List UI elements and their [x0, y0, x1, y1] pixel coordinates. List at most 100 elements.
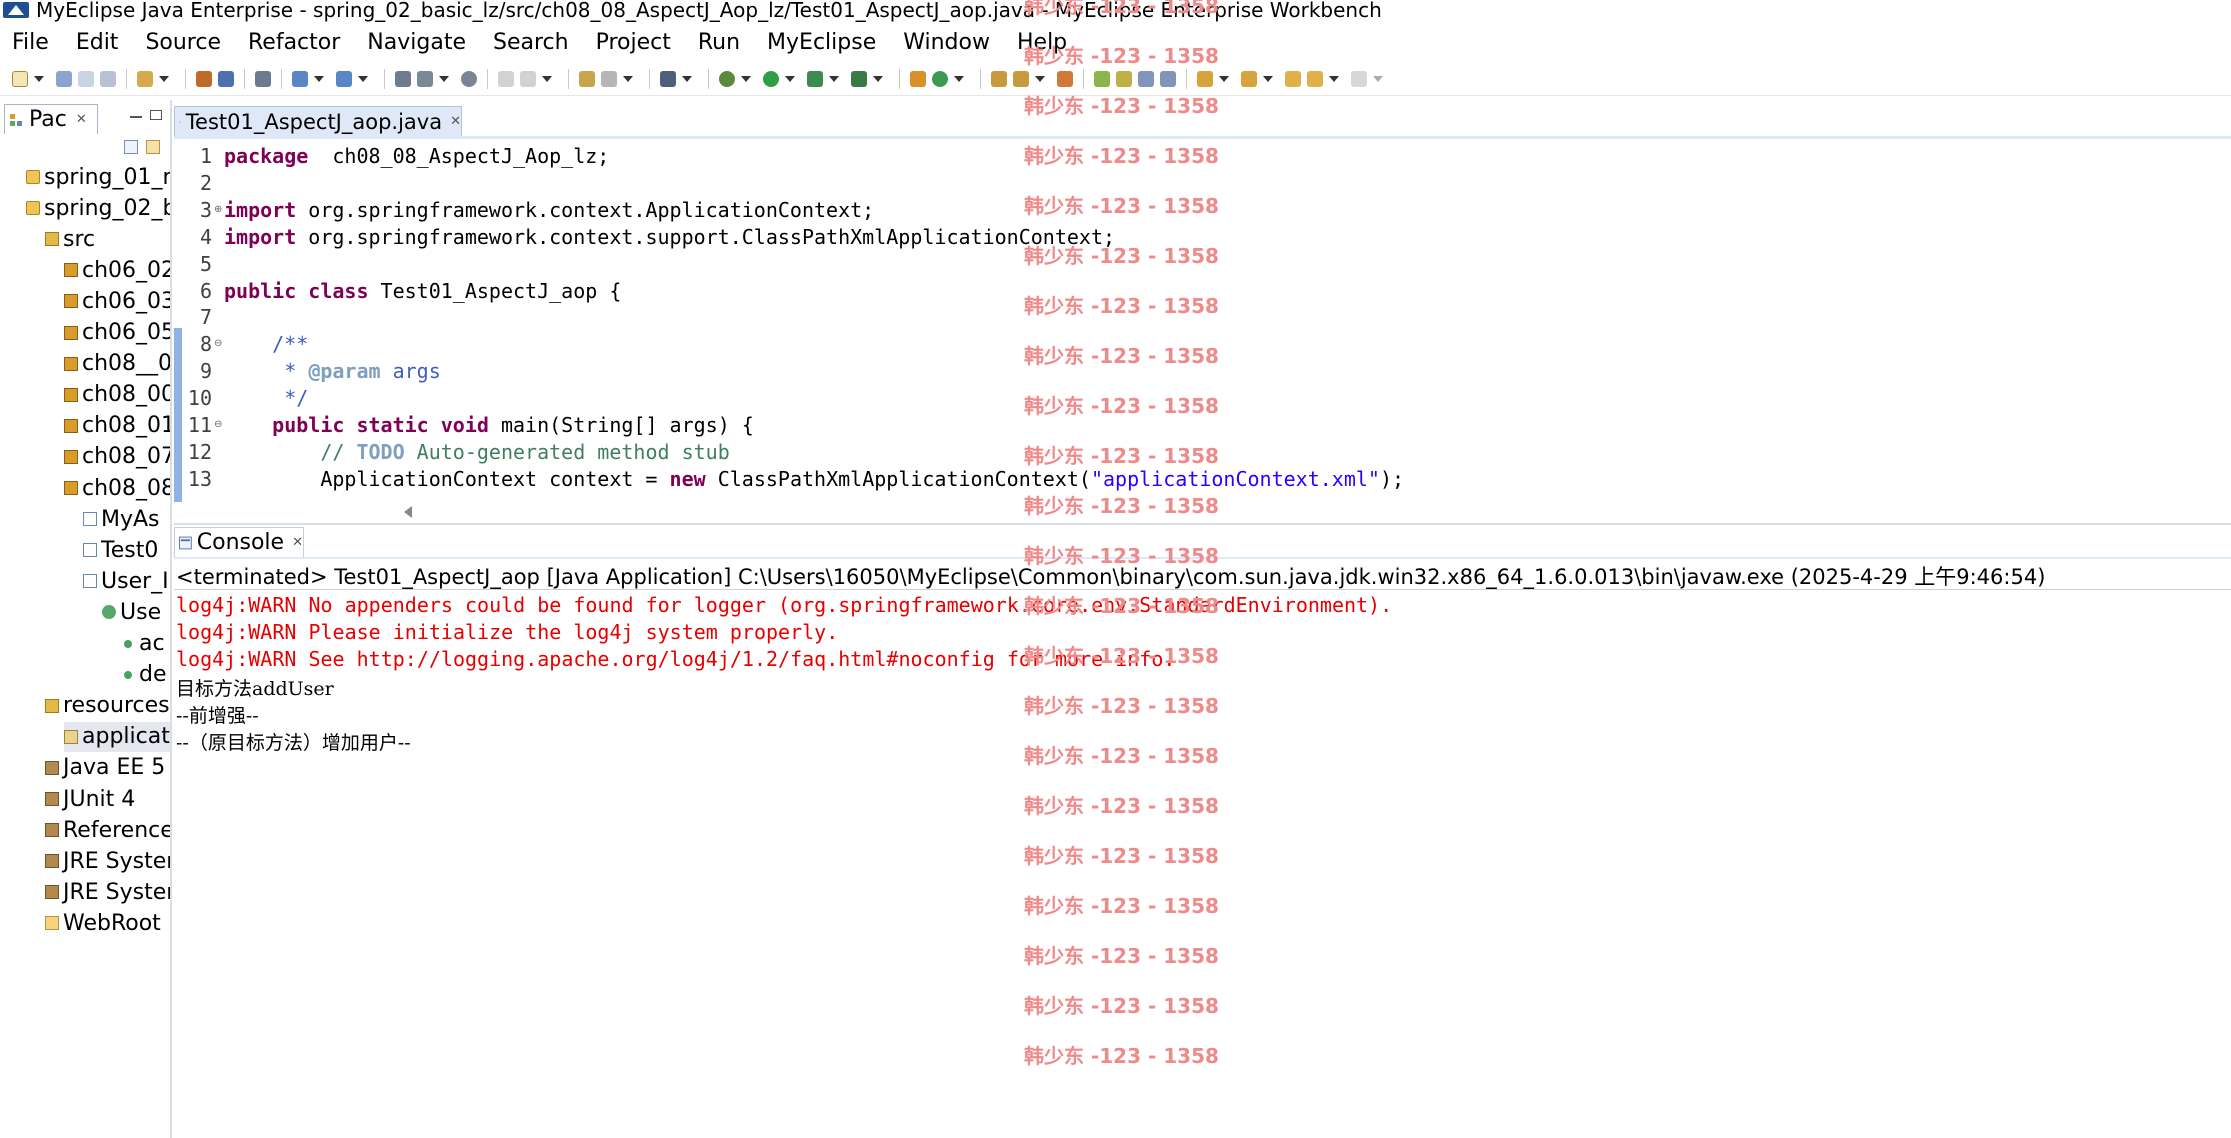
tree-item[interactable]: WebRoot	[45, 908, 170, 938]
tree-item[interactable]: JRE Syster	[45, 846, 170, 876]
next-annotation-icon[interactable]	[1197, 70, 1213, 87]
run-icon[interactable]	[763, 70, 779, 87]
tree-item[interactable]: Reference	[45, 815, 170, 845]
last-edit-location-icon[interactable]	[1285, 70, 1301, 87]
tree-item[interactable]: ch08_08	[64, 473, 170, 503]
maximize-icon[interactable]	[150, 110, 162, 120]
tree-item[interactable]: spring_02_b	[26, 193, 170, 223]
save-all-icon[interactable]	[78, 70, 94, 87]
tree-item[interactable]: ch08__0	[64, 349, 170, 379]
tree-item[interactable]: ch06_05	[64, 318, 170, 348]
close-icon[interactable]: ✕	[76, 112, 87, 127]
menu-refactor[interactable]: Refactor	[248, 30, 340, 55]
print-icon[interactable]	[100, 70, 116, 87]
new-dropdown-icon[interactable]	[34, 75, 44, 82]
open-type-icon[interactable]	[579, 70, 595, 87]
tree-item[interactable]: Test0	[83, 535, 170, 565]
expand-fold-icon[interactable]: ⊕	[214, 204, 222, 215]
save-icon[interactable]	[56, 70, 72, 87]
collapse-all-icon[interactable]	[124, 140, 138, 154]
tree-item[interactable]: MyAs	[83, 504, 170, 534]
collapse-fold-icon[interactable]: ⊖	[214, 419, 222, 430]
tree-item[interactable]: JUnit 4	[45, 784, 170, 814]
show-whitespace-icon[interactable]	[1138, 70, 1154, 87]
open-type-hierarchy-icon[interactable]	[991, 70, 1007, 87]
next-annotation-dropdown-icon[interactable]	[1219, 75, 1229, 82]
server-icon[interactable]	[255, 70, 271, 87]
run-dropdown-icon[interactable]	[785, 75, 795, 82]
previous-annotation-dropdown-icon[interactable]	[1263, 75, 1273, 82]
tree-item[interactable]: src	[45, 224, 170, 254]
report-icon[interactable]	[417, 70, 433, 87]
external-tools-icon[interactable]	[851, 70, 867, 87]
new-java-package-icon[interactable]	[910, 70, 926, 87]
monitor-icon[interactable]	[660, 70, 676, 87]
web-service-dropdown-icon[interactable]	[314, 75, 324, 82]
new-java-class-icon[interactable]	[932, 70, 948, 87]
menu-file[interactable]: File	[12, 30, 49, 55]
monitor-dropdown-icon[interactable]	[682, 75, 692, 82]
forward-icon[interactable]	[1351, 70, 1367, 87]
menu-search[interactable]: Search	[493, 30, 569, 55]
menu-run[interactable]: Run	[698, 30, 740, 55]
ejb-icon[interactable]	[196, 70, 212, 87]
tree-item[interactable]: JRE Syster	[45, 877, 170, 907]
back-dropdown-icon[interactable]	[1329, 75, 1339, 82]
tree-item[interactable]: ch08_01	[64, 411, 170, 441]
menu-source[interactable]: Source	[145, 30, 221, 55]
back-icon[interactable]	[1307, 70, 1323, 87]
paste-dropdown-icon[interactable]	[542, 75, 552, 82]
link-with-editor-icon[interactable]	[146, 140, 160, 154]
tree-item[interactable]: Java EE 5	[45, 753, 170, 783]
new-project-icon[interactable]	[137, 70, 153, 87]
menu-myeclipse[interactable]: MyEclipse	[767, 30, 876, 55]
debug-dropdown-icon[interactable]	[741, 75, 751, 82]
tree-item[interactable]: Use	[102, 597, 170, 627]
tree-item[interactable]: ch08_00	[64, 380, 170, 410]
database-icon[interactable]	[461, 70, 477, 87]
package-explorer-tab[interactable]: Pac ✕	[4, 104, 98, 134]
horizontal-scrollbar[interactable]	[224, 502, 2231, 522]
mobile-icon[interactable]	[395, 70, 411, 87]
tree-item[interactable]: spring_01_n	[26, 162, 170, 192]
cut-icon[interactable]	[498, 70, 514, 87]
scroll-left-icon[interactable]	[404, 506, 412, 518]
browser-dropdown-icon[interactable]	[358, 75, 368, 82]
task-repository-icon[interactable]	[1057, 70, 1073, 87]
open-task-icon[interactable]	[601, 70, 617, 87]
deploy-icon[interactable]	[218, 70, 234, 87]
collapse-fold-icon[interactable]: ⊖	[214, 338, 222, 349]
menu-project[interactable]: Project	[596, 30, 671, 55]
open-task-dropdown-icon[interactable]	[623, 75, 633, 82]
menu-edit[interactable]: Edit	[76, 30, 119, 55]
minimize-icon[interactable]	[130, 116, 142, 120]
forward-dropdown-icon[interactable]	[1373, 75, 1383, 82]
tree-item[interactable]: ch06_03	[64, 286, 170, 316]
close-icon[interactable]: ✕	[450, 114, 461, 129]
tree-item[interactable]: ch08_07	[64, 442, 170, 472]
coverage-icon[interactable]	[807, 70, 823, 87]
menu-window[interactable]: Window	[903, 30, 990, 55]
code-area[interactable]: package ch08_08_AspectJ_Aop_lz; import or…	[224, 140, 2224, 502]
new-project-dropdown-icon[interactable]	[159, 75, 169, 82]
previous-annotation-icon[interactable]	[1241, 70, 1257, 87]
menu-help[interactable]: Help	[1017, 30, 1067, 55]
console-tab[interactable]: Console ✕	[174, 527, 304, 557]
coverage-dropdown-icon[interactable]	[829, 75, 839, 82]
report-dropdown-icon[interactable]	[439, 75, 449, 82]
web-service-icon[interactable]	[292, 70, 308, 87]
pin-editor-icon[interactable]	[1160, 70, 1176, 87]
tree-item[interactable]: ch06_02	[64, 255, 170, 285]
close-icon[interactable]: ✕	[292, 535, 303, 550]
tree-item[interactable]: ac	[121, 629, 170, 659]
toggle-mark-occurrences-icon[interactable]	[1094, 70, 1110, 87]
external-tools-dropdown-icon[interactable]	[873, 75, 883, 82]
menu-navigate[interactable]: Navigate	[367, 30, 466, 55]
browser-icon[interactable]	[336, 70, 352, 87]
debug-icon[interactable]	[719, 70, 735, 87]
tree-item[interactable]: resources	[45, 691, 170, 721]
tree-item[interactable]: User_I	[83, 566, 170, 596]
tree-item[interactable]: applicat	[64, 721, 170, 752]
search-tool-dropdown-icon[interactable]	[1035, 75, 1045, 82]
toggle-block-selection-icon[interactable]	[1116, 70, 1132, 87]
